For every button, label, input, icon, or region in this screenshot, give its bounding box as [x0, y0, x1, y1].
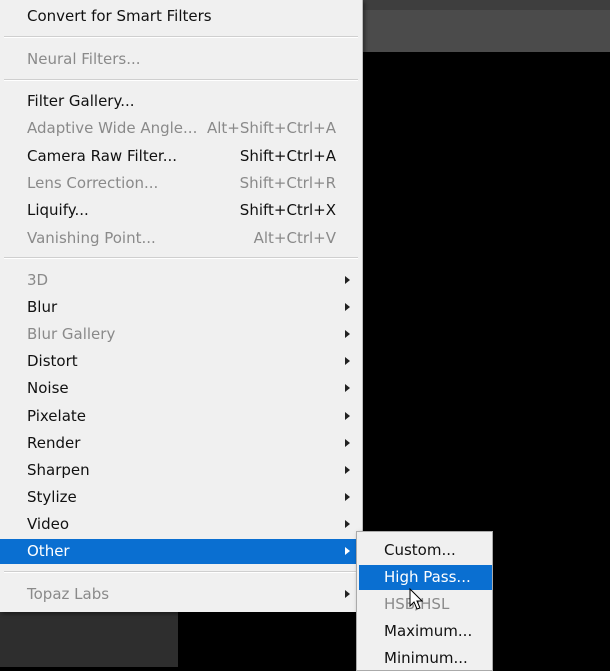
filter-menu: Convert for Smart Filters Neural Filters… — [0, 0, 363, 612]
menu-item-render[interactable]: Render — [0, 431, 362, 456]
menu-item-label: Camera Raw Filter... — [27, 146, 178, 165]
menu-item-noise[interactable]: Noise — [0, 376, 362, 401]
menu-item-label: Render — [27, 433, 81, 452]
menu-item-label: Blur — [27, 298, 58, 317]
options-bar — [362, 10, 610, 52]
menu-item-shortcut: Shift+Ctrl+R — [239, 173, 336, 192]
menu-item-topaz-labs[interactable]: Topaz Labs — [0, 582, 362, 607]
menu-separator — [4, 257, 358, 259]
menu-item-shortcut: Shift+Ctrl+A — [239, 146, 336, 165]
app-background-top — [362, 0, 610, 10]
menu-item-label: Sharpen — [27, 460, 90, 479]
menu-item-label: Lens Correction... — [27, 173, 159, 192]
menu-item-label: Noise — [27, 379, 69, 398]
menu-item-label: Topaz Labs — [27, 585, 110, 603]
submenu-arrow-icon — [345, 590, 350, 598]
menu-item-label: Vanishing Point... — [27, 228, 156, 247]
menu-item-filter-gallery[interactable]: Filter Gallery... — [0, 89, 362, 114]
menu-item-pixelate[interactable]: Pixelate — [0, 404, 362, 429]
menu-item-distort[interactable]: Distort — [0, 349, 362, 374]
menu-item-label: Distort — [27, 352, 78, 371]
menu-item-3d[interactable]: 3D — [0, 268, 362, 293]
menu-item-neural-filters[interactable]: Neural Filters... — [0, 47, 362, 72]
menu-item-adaptive-wide-angle[interactable]: Adaptive Wide Angle... Alt+Shift+Ctrl+A — [0, 116, 362, 141]
menu-item-shortcut: Alt+Ctrl+V — [253, 228, 336, 247]
menu-separator — [4, 36, 358, 38]
submenu-arrow-icon — [345, 330, 350, 339]
menu-item-stylize[interactable]: Stylize — [0, 485, 362, 510]
submenu-item-minimum[interactable]: Minimum... — [359, 646, 492, 671]
submenu-arrow-icon — [345, 465, 350, 474]
menu-item-sharpen[interactable]: Sharpen — [0, 458, 362, 483]
menu-item-label: Liquify... — [27, 201, 89, 220]
menu-separator — [4, 571, 358, 573]
menu-item-camera-raw-filter[interactable]: Camera Raw Filter... Shift+Ctrl+A — [0, 144, 362, 169]
menu-item-vanishing-point[interactable]: Vanishing Point... Alt+Ctrl+V — [0, 226, 362, 251]
menu-separator — [4, 79, 358, 81]
menu-item-blur[interactable]: Blur — [0, 295, 362, 320]
submenu-item-hsb-hsl[interactable]: HSB/HSL — [359, 592, 492, 617]
menu-item-label: Adaptive Wide Angle... — [27, 119, 198, 138]
menu-item-blur-gallery[interactable]: Blur Gallery — [0, 322, 362, 347]
menu-item-shortcut: Shift+Ctrl+X — [239, 201, 336, 220]
menu-item-label: Other — [27, 542, 70, 560]
submenu-arrow-icon — [345, 492, 350, 501]
submenu-item-maximum[interactable]: Maximum... — [359, 619, 492, 644]
app-panel-bottom-left — [0, 612, 178, 667]
submenu-arrow-icon — [345, 357, 350, 366]
menu-item-liquify[interactable]: Liquify... Shift+Ctrl+X — [0, 198, 362, 223]
mouse-cursor-icon — [409, 588, 424, 610]
menu-item-label: Blur Gallery — [27, 325, 116, 344]
menu-item-label: Filter Gallery... — [27, 92, 135, 110]
menu-item-shortcut: Alt+Shift+Ctrl+A — [206, 119, 336, 138]
submenu-arrow-icon — [345, 276, 350, 284]
submenu-arrow-icon — [345, 384, 350, 393]
menu-item-video[interactable]: Video — [0, 512, 362, 537]
submenu-arrow-icon — [345, 519, 350, 528]
menu-item-convert-for-smart-filters[interactable]: Convert for Smart Filters — [0, 4, 362, 29]
menu-item-label: Stylize — [27, 487, 77, 506]
menu-item-label: Video — [27, 514, 70, 533]
submenu-item-high-pass[interactable]: High Pass... — [359, 565, 492, 590]
submenu-arrow-icon — [345, 303, 350, 312]
menu-item-lens-correction[interactable]: Lens Correction... Shift+Ctrl+R — [0, 171, 362, 196]
submenu-arrow-icon — [345, 547, 350, 555]
submenu-arrow-icon — [345, 411, 350, 420]
menu-item-other[interactable]: Other — [0, 539, 362, 564]
menu-item-label: 3D — [27, 271, 49, 289]
submenu-item-custom[interactable]: Custom... — [359, 538, 492, 563]
menu-item-label: Pixelate — [27, 406, 86, 425]
submenu-arrow-icon — [345, 438, 350, 447]
